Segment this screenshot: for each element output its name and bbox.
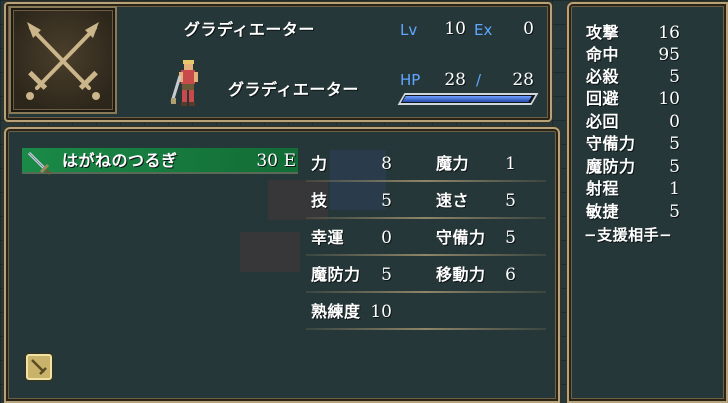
stat-prof-value: 10 <box>370 302 392 322</box>
stat-str-value: 8 <box>381 154 392 174</box>
stat-divider <box>306 180 546 182</box>
stat-lck-value: 0 <box>381 228 392 248</box>
stat-mov-label: 移動力 <box>436 265 486 284</box>
stat-lck-label: 幸運 <box>311 228 345 247</box>
item-equipped-mark: E <box>283 151 296 171</box>
stat-divider <box>306 328 546 330</box>
combat-ddg-label: 必回 <box>586 112 620 131</box>
item-menu-button[interactable] <box>26 354 52 380</box>
combat-rng-value: 1 <box>669 179 680 199</box>
combat-crit-label: 必殺 <box>586 67 620 86</box>
background-tile <box>240 232 300 272</box>
stat-spd-label: 速さ <box>436 191 470 210</box>
stat-res-label: 魔防力 <box>311 265 361 284</box>
combat-hit-label: 命中 <box>586 45 620 64</box>
level-value: 10 <box>444 19 466 39</box>
stat-skl-label: 技 <box>311 191 328 210</box>
hp-bar-fill <box>402 96 532 102</box>
combat-ddg-value: 0 <box>669 112 680 132</box>
sword-icon <box>31 359 47 375</box>
hp-label: HP <box>400 71 421 89</box>
class-name: グラディエーター <box>184 20 315 39</box>
hp-max: 28 <box>512 70 534 90</box>
exp-value: 0 <box>523 19 534 39</box>
stat-res-value: 5 <box>381 265 392 285</box>
combat-avo-label: 回避 <box>586 89 620 108</box>
support-partners-heading: −支援相手− <box>584 226 673 244</box>
combat-crit-value: 5 <box>669 67 680 87</box>
stat-prof-label: 熟練度 <box>311 302 361 321</box>
hp-current: 28 <box>444 70 466 90</box>
item-name[interactable]: はがねのつるぎ <box>62 151 178 171</box>
level-label: Lv <box>400 21 418 39</box>
combat-def-label: 守備力 <box>586 134 636 153</box>
sword-icon <box>27 151 52 176</box>
hp-separator: / <box>476 71 482 89</box>
combat-atk-value: 16 <box>658 23 680 43</box>
combat-agi-label: 敏捷 <box>586 202 620 221</box>
combat-res-value: 5 <box>669 157 680 177</box>
item-row-divider <box>22 172 298 174</box>
stat-def-value: 5 <box>505 228 516 248</box>
stat-divider <box>306 254 546 256</box>
stat-skl-value: 5 <box>381 191 392 211</box>
unit-status-screen: グラディエーター Lv 10 Ex 0 グラディエーター HP 28 / 28 … <box>0 0 728 403</box>
unit-sprite <box>170 60 198 106</box>
item-uses: 30 <box>256 151 278 171</box>
stat-mov-value: 6 <box>505 265 516 285</box>
combat-rng-label: 射程 <box>586 179 620 198</box>
unit-name: グラディエーター <box>228 80 359 99</box>
combat-hit-value: 95 <box>658 45 680 65</box>
stat-def-label: 守備力 <box>436 228 486 247</box>
stat-mag-value: 1 <box>505 154 516 174</box>
combat-res-label: 魔防力 <box>586 157 636 176</box>
combat-atk-label: 攻撃 <box>586 23 620 42</box>
class-emblem <box>9 6 117 114</box>
stat-str-label: 力 <box>311 154 328 173</box>
combat-agi-value: 5 <box>669 202 680 222</box>
combat-avo-value: 10 <box>658 89 680 109</box>
stat-divider <box>306 217 546 219</box>
stat-mag-label: 魔力 <box>436 154 470 173</box>
stat-spd-value: 5 <box>505 191 516 211</box>
crossed-swords-icon <box>26 22 100 100</box>
hp-bar <box>397 93 539 105</box>
exp-label: Ex <box>474 21 493 39</box>
stat-divider <box>306 291 546 293</box>
combat-def-value: 5 <box>669 134 680 154</box>
